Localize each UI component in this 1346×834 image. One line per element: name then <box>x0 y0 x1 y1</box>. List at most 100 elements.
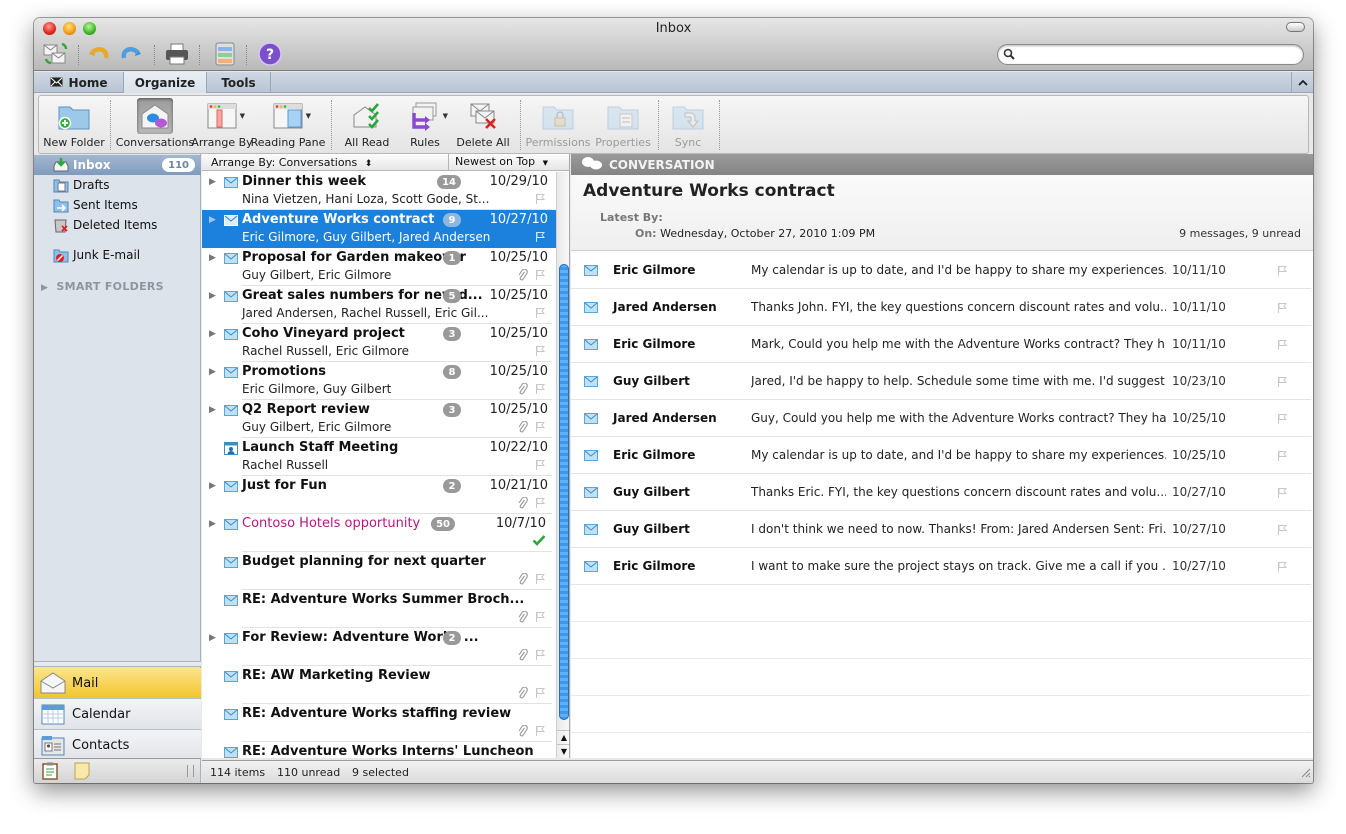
message-list-item[interactable]: ▶ Just for Fun 2 10/21/10 <box>202 476 556 514</box>
search-field[interactable] <box>997 44 1304 65</box>
message-list-item[interactable]: ▶ Contoso Hotels opportunity 50 10/7/10 <box>202 514 556 552</box>
nav-calendar[interactable]: Calendar <box>34 699 201 730</box>
expand-thread-icon[interactable]: ▶ <box>209 177 216 187</box>
flag-icon[interactable] <box>535 307 546 321</box>
tasks-icon[interactable] <box>42 762 58 783</box>
nav-contacts[interactable]: Contacts <box>34 730 201 761</box>
collapse-ribbon-button[interactable] <box>1291 72 1313 93</box>
arrange-by-button[interactable]: ▼ Arrange By <box>191 98 253 152</box>
message-list-scrollbar[interactable]: ▲ ▼ <box>556 172 569 758</box>
sidebar-item-drafts[interactable]: Drafts <box>34 175 201 195</box>
sidebar-resize-handle[interactable] <box>34 661 201 667</box>
notes-icon[interactable] <box>74 762 90 783</box>
help-icon[interactable]: ? <box>257 41 283 67</box>
flag-icon[interactable] <box>1277 487 1288 501</box>
expand-thread-icon[interactable]: ▶ <box>209 329 216 339</box>
message-list-item[interactable]: ▶ Adventure Works contract Eric Gilmore, G… <box>202 210 556 248</box>
toolbar-toggle-button[interactable] <box>1286 22 1305 32</box>
flag-icon[interactable] <box>535 193 546 207</box>
message-list-item[interactable]: Budget planning for next quarter <box>202 552 556 590</box>
properties-button[interactable]: Properties <box>594 98 652 152</box>
conversation-message-row[interactable]: Jared Andersen Thanks John. FYI, the key … <box>571 289 1311 326</box>
window-resize-grip[interactable] <box>1299 766 1311 781</box>
flag-icon[interactable] <box>1277 413 1288 427</box>
flag-icon[interactable] <box>535 649 546 663</box>
flag-icon[interactable] <box>1277 376 1288 390</box>
all-read-button[interactable]: All Read <box>341 98 393 152</box>
message-list-item[interactable]: RE: AW Marketing Review <box>202 666 556 704</box>
expand-thread-icon[interactable]: ▶ <box>209 253 216 263</box>
flag-icon[interactable] <box>535 421 546 435</box>
new-folder-button[interactable]: New Folder <box>43 98 105 152</box>
rules-button[interactable]: ▼ Rules <box>401 98 449 152</box>
message-list-item[interactable]: ▶ Dinner this week Nina Vietzen, Hani Loza… <box>202 172 556 210</box>
expand-thread-icon[interactable]: ▶ <box>209 405 216 415</box>
pane-resize-grip[interactable] <box>187 765 194 777</box>
smart-folders-header[interactable]: ▶ SMART FOLDERS <box>41 280 164 293</box>
message-list-item[interactable]: ▶ Proposal for Garden makeover Guy Gilbert… <box>202 248 556 286</box>
expand-thread-icon[interactable]: ▶ <box>209 633 216 643</box>
reading-pane-button[interactable]: ▼ Reading Pane <box>251 98 325 152</box>
message-list-item[interactable]: ▶ Great sales numbers for new d... Jared A… <box>202 286 556 324</box>
expand-thread-icon[interactable]: ▶ <box>209 481 216 491</box>
conversation-message-row[interactable]: Guy Gilbert Thanks Eric. FYI, the key que… <box>571 474 1311 511</box>
expand-thread-icon[interactable]: ▶ <box>209 367 216 377</box>
message-list-item[interactable]: RE: Adventure Works staffing review <box>202 704 556 742</box>
expand-thread-icon[interactable]: ▶ <box>209 519 216 529</box>
sort-order-dropdown[interactable]: Newest on Top ▼ <box>448 154 551 171</box>
expand-thread-icon[interactable]: ▶ <box>209 291 216 301</box>
flag-icon[interactable] <box>535 459 546 473</box>
flag-icon[interactable] <box>1277 302 1288 316</box>
flag-icon[interactable] <box>1277 265 1288 279</box>
expand-thread-icon[interactable]: ▶ <box>209 215 216 225</box>
nav-mail[interactable]: Mail <box>34 668 201 699</box>
flag-icon[interactable] <box>1277 561 1288 575</box>
search-input[interactable] <box>1018 47 1298 62</box>
flag-icon[interactable] <box>535 383 546 397</box>
flag-icon[interactable] <box>535 345 546 359</box>
message-list-item[interactable]: ▶ Promotions Eric Gilmore, Guy Gilbert 8 10/… <box>202 362 556 400</box>
reminders-icon[interactable] <box>212 41 238 67</box>
sidebar-item-sent-items[interactable]: Sent Items <box>34 195 201 215</box>
sync-button[interactable]: Sync <box>667 98 709 152</box>
flag-icon[interactable] <box>1277 339 1288 353</box>
arrange-by-dropdown[interactable]: Arrange By: Conversations ⬍ <box>211 156 372 169</box>
flag-icon[interactable] <box>535 231 546 245</box>
flag-icon[interactable] <box>1277 450 1288 464</box>
redo-icon[interactable] <box>118 41 144 67</box>
flag-icon[interactable] <box>535 269 546 283</box>
print-icon[interactable] <box>164 41 190 67</box>
message-list-item[interactable]: ▶ For Review: Adventure Works ... 2 <box>202 628 556 666</box>
flag-icon[interactable] <box>535 687 546 701</box>
conversation-message-row[interactable]: Jared Andersen Guy, Could you help me wit… <box>571 400 1311 437</box>
completed-check-icon[interactable] <box>532 534 546 549</box>
conversation-message-row[interactable]: Guy Gilbert Jared, I'd be happy to help. … <box>571 363 1311 400</box>
tab-home[interactable]: Home <box>34 72 124 93</box>
flag-icon[interactable] <box>535 611 546 625</box>
delete-all-button[interactable]: Delete All <box>456 98 510 152</box>
conversations-button[interactable]: Conversations <box>116 98 194 152</box>
sidebar-item-junk-email[interactable]: Junk E-mail <box>34 245 201 265</box>
scroll-down-button[interactable]: ▼ <box>557 744 569 758</box>
permissions-button[interactable]: Permissions <box>525 98 591 152</box>
conversation-message-row[interactable]: Eric Gilmore I want to make sure the proj… <box>571 548 1311 585</box>
conversation-message-row[interactable]: Eric Gilmore My calendar is up to date, a… <box>571 252 1311 289</box>
flag-icon[interactable] <box>535 497 546 511</box>
scrollbar-thumb[interactable] <box>559 264 569 720</box>
message-list-item[interactable]: ▶ Coho Vineyard project Rachel Russell, Er… <box>202 324 556 362</box>
scroll-up-button[interactable]: ▲ <box>557 730 569 744</box>
sidebar-item-deleted-items[interactable]: Deleted Items <box>34 215 201 235</box>
conversation-message-row[interactable]: Guy Gilbert I don't think we need to now.… <box>571 511 1311 548</box>
message-list-item[interactable]: ▶ Q2 Report review Guy Gilbert, Eric Gilmo… <box>202 400 556 438</box>
sidebar-item-inbox[interactable]: Inbox 110 <box>34 155 201 175</box>
flag-icon[interactable] <box>535 573 546 587</box>
undo-icon[interactable] <box>86 41 112 67</box>
message-list-item[interactable]: RE: Adventure Works Interns' Luncheon <box>202 742 556 758</box>
flag-icon[interactable] <box>1277 524 1288 538</box>
tab-tools[interactable]: Tools <box>207 72 271 93</box>
conversation-message-row[interactable]: Eric Gilmore My calendar is up to date, a… <box>571 437 1311 474</box>
message-list-item[interactable]: Launch Staff Meeting Rachel Russell 10/22/… <box>202 438 556 476</box>
tab-organize[interactable]: Organize <box>124 72 207 93</box>
message-list-item[interactable]: RE: Adventure Works Summer Broch... <box>202 590 556 628</box>
conversation-message-row[interactable]: Eric Gilmore Mark, Could you help me with… <box>571 326 1311 363</box>
